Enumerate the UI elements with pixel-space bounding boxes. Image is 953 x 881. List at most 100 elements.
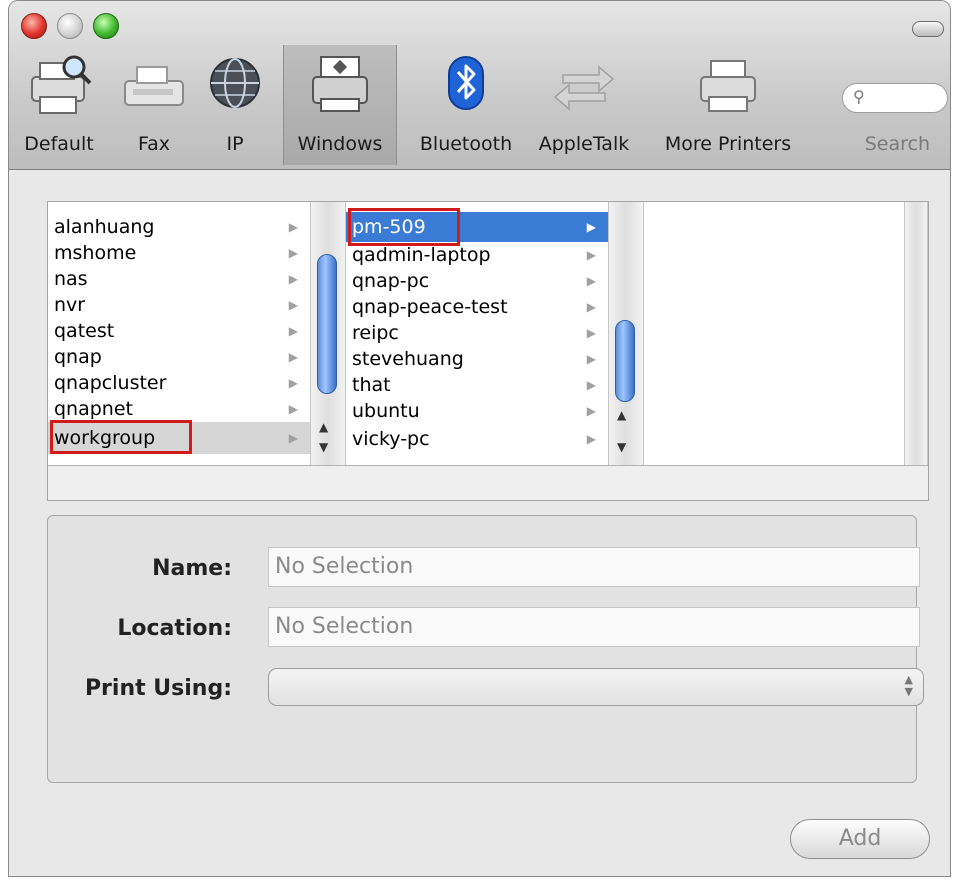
computer-scrollbar[interactable]: ▲ ▼ xyxy=(608,202,644,466)
printer-icon xyxy=(700,60,756,112)
name-field[interactable]: No Selection xyxy=(268,547,920,587)
location-field[interactable]: No Selection xyxy=(268,607,920,647)
toolbar-label: IP xyxy=(226,133,244,155)
list-item-label: qnapcluster xyxy=(54,372,167,394)
highlight-box xyxy=(50,420,192,454)
list-item[interactable]: mshome ▶ xyxy=(48,240,310,266)
name-label: Name: xyxy=(152,556,232,581)
toolbar-bluetooth[interactable]: Bluetooth xyxy=(403,45,529,165)
globe-icon xyxy=(210,58,260,108)
windows-printer-icon xyxy=(312,56,368,112)
list-item-label: qnapnet xyxy=(54,398,133,420)
scroll-thumb[interactable] xyxy=(317,254,337,394)
toolbar: Default Fax IP Windows Bluetooth AppleTa… xyxy=(9,1,950,170)
list-item-label: qadmin-laptop xyxy=(352,244,491,266)
list-item[interactable]: qnapnet ▶ xyxy=(48,396,310,422)
chevron-right-icon: ▶ xyxy=(288,324,298,338)
list-item[interactable]: qnap-pc ▶ xyxy=(346,268,608,294)
zoom-button[interactable] xyxy=(93,13,119,39)
list-item-label: vicky-pc xyxy=(352,428,430,450)
chevron-right-icon: ▶ xyxy=(288,246,298,260)
list-item-label: ubuntu xyxy=(352,400,420,422)
location-label: Location: xyxy=(117,616,232,641)
scroll-thumb[interactable] xyxy=(615,320,635,402)
list-item[interactable]: vicky-pc ▶ xyxy=(346,424,608,454)
toolbar-label: Default xyxy=(24,133,94,155)
search-icon: ⚲ xyxy=(853,87,865,106)
toolbar-label: Bluetooth xyxy=(419,133,513,155)
list-item[interactable]: qatest ▶ xyxy=(48,318,310,344)
chevron-right-icon: ▶ xyxy=(586,352,596,366)
toolbar-appletalk[interactable]: AppleTalk xyxy=(529,45,639,165)
print-using-label: Print Using: xyxy=(84,676,232,701)
toolbar-windows[interactable]: Windows xyxy=(283,45,397,165)
workgroup-scrollbar[interactable]: ▲ ▼ xyxy=(310,202,346,466)
chevron-right-icon: ▶ xyxy=(288,272,298,286)
chevron-right-icon: ▶ xyxy=(586,274,596,288)
list-item-label: mshome xyxy=(54,242,137,264)
list-item-label: qatest xyxy=(54,320,115,342)
toolbar-toggle-button[interactable] xyxy=(912,21,944,37)
search-field[interactable]: ⚲ xyxy=(842,83,948,113)
list-item[interactable]: nas ▶ xyxy=(48,266,310,292)
fax-icon xyxy=(124,66,184,106)
search-label: Search xyxy=(864,133,930,155)
toolbar-label: Fax xyxy=(137,133,171,155)
list-item[interactable]: that ▶ xyxy=(346,372,608,398)
chevron-right-icon: ▶ xyxy=(288,298,298,312)
bluetooth-icon xyxy=(448,56,484,110)
printer-scrollbar[interactable] xyxy=(904,202,928,466)
printer-magnifier-icon xyxy=(31,55,92,114)
chevron-right-icon: ▶ xyxy=(288,402,298,416)
printer-column xyxy=(642,202,904,466)
list-item[interactable]: reipc ▶ xyxy=(346,320,608,346)
list-item-label: nvr xyxy=(54,294,86,316)
updown-arrows-icon: ▲ ▼ xyxy=(904,673,913,698)
list-item[interactable]: ubuntu ▶ xyxy=(346,398,608,424)
scroll-down-icon[interactable]: ▼ xyxy=(319,440,328,454)
list-item-label: qnap xyxy=(54,346,102,368)
scroll-up-icon[interactable]: ▲ xyxy=(617,408,626,422)
toolbar-label: AppleTalk xyxy=(538,133,630,155)
chevron-right-icon: ▶ xyxy=(586,248,596,262)
list-item[interactable]: stevehuang ▶ xyxy=(346,346,608,372)
list-item[interactable]: nvr ▶ xyxy=(48,292,310,318)
add-button[interactable]: Add xyxy=(790,819,930,859)
list-item-label: qnap-pc xyxy=(352,270,430,292)
list-item[interactable]: qnap ▶ xyxy=(48,344,310,370)
toolbar-label: More Printers xyxy=(664,133,792,155)
print-using-select[interactable]: ▲ ▼ xyxy=(268,668,924,706)
toolbar-more-printers[interactable]: More Printers xyxy=(653,45,803,165)
toolbar-ip[interactable]: IP xyxy=(203,45,267,165)
list-item-label: that xyxy=(352,374,391,396)
printer-details-panel: Name: No Selection Location: No Selectio… xyxy=(47,515,924,783)
chevron-right-icon: ▶ xyxy=(586,404,596,418)
close-button[interactable] xyxy=(21,13,47,39)
appletalk-arrows-icon xyxy=(553,65,615,111)
scroll-down-icon[interactable]: ▼ xyxy=(617,440,626,454)
list-item-label: nas xyxy=(54,268,88,290)
list-item-label: stevehuang xyxy=(352,348,464,370)
list-item[interactable] xyxy=(48,202,310,214)
printer-browser: alanhuang ▶ mshome ▶ nas ▶ nvr ▶ qatest ▶ qna… xyxy=(47,201,929,501)
chevron-right-icon: ▶ xyxy=(586,300,596,314)
toolbar-default[interactable]: Default xyxy=(11,45,107,165)
chevron-right-icon: ▶ xyxy=(288,220,298,234)
list-item[interactable]: qnapcluster ▶ xyxy=(48,370,310,396)
chevron-right-icon: ▶ xyxy=(288,350,298,364)
chevron-right-icon: ▶ xyxy=(586,378,596,392)
chevron-right-icon: ▶ xyxy=(586,432,596,446)
highlight-box xyxy=(348,208,460,246)
add-printer-window: Default Fax IP Windows Bluetooth AppleTa… xyxy=(8,0,951,877)
scroll-up-icon[interactable]: ▲ xyxy=(319,420,328,434)
browser-footer xyxy=(48,465,928,500)
chevron-right-icon: ▶ xyxy=(586,220,596,234)
list-item[interactable]: qadmin-laptop ▶ xyxy=(346,242,608,268)
workgroup-column: alanhuang ▶ mshome ▶ nas ▶ nvr ▶ qatest ▶ qna… xyxy=(48,202,310,466)
minimize-button[interactable] xyxy=(57,13,83,39)
list-item[interactable]: alanhuang ▶ xyxy=(48,214,310,240)
toolbar-fax[interactable]: Fax xyxy=(117,45,191,165)
list-item[interactable]: qnap-peace-test ▶ xyxy=(346,294,608,320)
chevron-right-icon: ▶ xyxy=(586,326,596,340)
toolbar-label: Windows xyxy=(297,133,383,155)
